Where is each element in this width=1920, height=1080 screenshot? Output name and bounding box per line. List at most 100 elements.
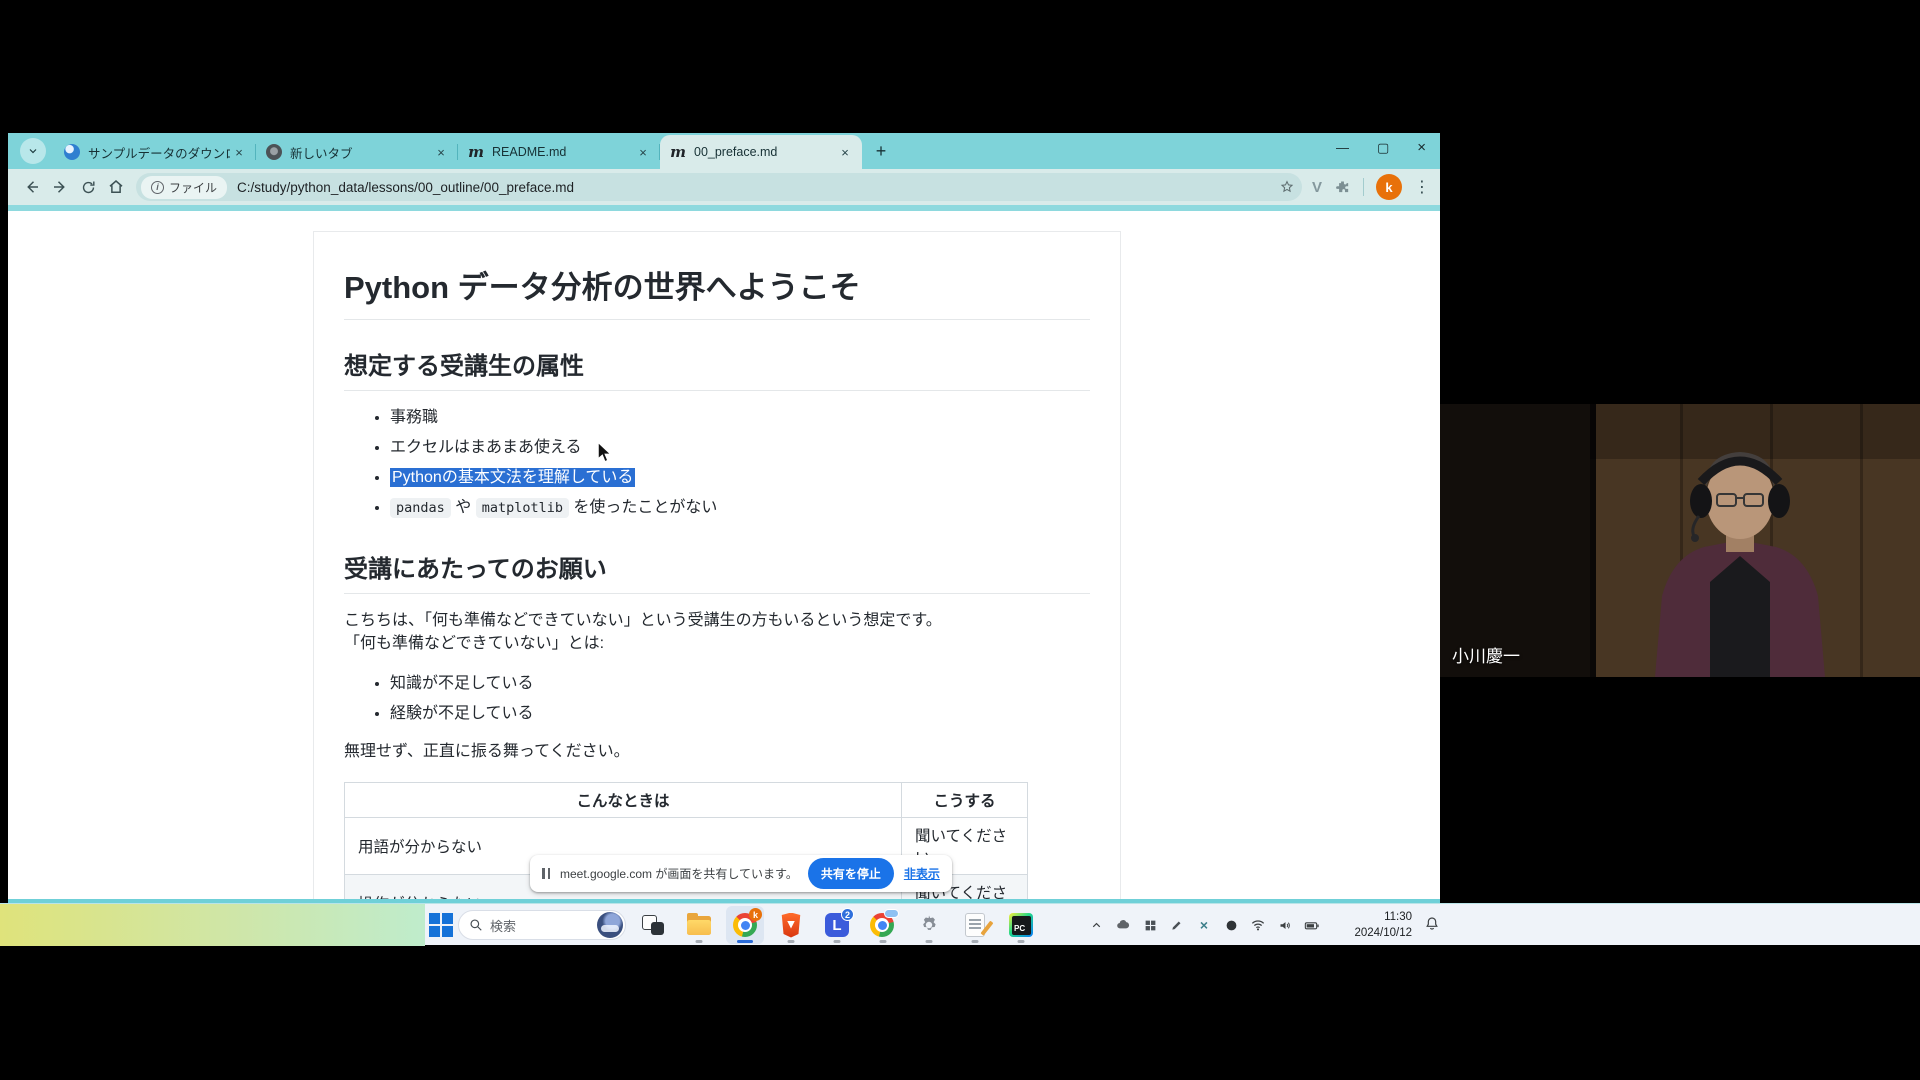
meet-sharing-banner: meet.google.com が画面を共有しています。 共有を停止 非表示 [530, 855, 952, 892]
running-indicator [834, 940, 841, 943]
list-item: 事務職 [390, 403, 1090, 427]
chip-label: ファイル [169, 179, 217, 196]
selected-text: Pythonの基本文法を理解している [390, 468, 635, 487]
browser-window: サンプルデータのダウンロードからPych×新しいタブ×mREADME.md× m0… [8, 133, 1440, 903]
menu-dots-icon[interactable]: ⋮ [1414, 177, 1430, 197]
clock-time: 11:30 [1346, 909, 1412, 925]
tab-search-button[interactable] [20, 138, 46, 164]
tray-chevron-up-icon[interactable] [1088, 917, 1104, 933]
taskbar-clock[interactable]: 11:30 2024/10/12 [1346, 909, 1412, 941]
tray-pen-icon[interactable] [1169, 917, 1185, 933]
taskbar-app-line[interactable]: L2 [818, 906, 856, 944]
tab-4[interactable]: m 00_preface.md× [660, 135, 862, 169]
page-title: Python データ分析の世界へようこそ [344, 262, 1090, 320]
tab-close-icon[interactable]: × [230, 143, 248, 161]
search-icon [469, 918, 483, 932]
url-text[interactable]: C:/study/python_data/lessons/00_outline/… [237, 180, 1276, 195]
markdown-favicon: m [670, 144, 686, 160]
pycharm-icon: PC [1009, 913, 1033, 937]
taskbar-apps: k L2 PC [634, 904, 1040, 946]
webcam-video: 小川慶一 [1440, 404, 1920, 677]
back-button[interactable] [18, 173, 46, 201]
site-favicon [64, 144, 80, 160]
url-scheme-chip[interactable]: i ファイル [141, 176, 227, 199]
notepad-icon [965, 913, 985, 937]
sharing-message: meet.google.com が画面を共有しています。 [560, 865, 798, 882]
tray-wifi-icon[interactable] [1250, 917, 1266, 933]
reload-button[interactable] [74, 173, 102, 201]
notification-bell[interactable] [1424, 916, 1440, 937]
window-controls: — ▢ × [1336, 139, 1426, 156]
taskbar-app-notepad[interactable] [956, 906, 994, 944]
taskbar-app-brave[interactable] [772, 906, 810, 944]
running-indicator [880, 940, 887, 943]
tab-strip: サンプルデータのダウンロードからPych×新しいタブ×mREADME.md× m0… [8, 133, 1440, 169]
chevron-down-icon [27, 145, 39, 157]
taskbar-app-chrome-alt[interactable] [864, 906, 902, 944]
tab-2[interactable]: 新しいタブ× [256, 135, 458, 169]
search-placeholder: 検索 [490, 916, 597, 935]
tab-close-icon[interactable]: × [432, 143, 450, 161]
close-button[interactable]: × [1417, 139, 1426, 156]
app-badge: 2 [841, 908, 854, 921]
tab-title: 00_preface.md [694, 145, 836, 159]
address-bar[interactable]: i ファイル C:/study/python_data/lessons/00_o… [136, 173, 1302, 201]
taskbar-app-explorer[interactable] [680, 906, 718, 944]
browser-toolbar: i ファイル C:/study/python_data/lessons/00_o… [8, 169, 1440, 205]
markdown-document: Python データ分析の世界へようこそ 想定する受講生の属性 事務職エクセルは… [313, 231, 1121, 899]
section1-heading: 想定する受講生の属性 [344, 346, 1090, 391]
tray-close-icon[interactable]: × [1196, 917, 1212, 933]
running-indicator [696, 940, 703, 943]
maximize-button[interactable]: ▢ [1377, 140, 1389, 156]
app-badge: k [749, 908, 762, 921]
section2-heading: 受講にあたってのお願い [344, 549, 1090, 594]
running-indicator [788, 940, 795, 943]
tray-sphere-icon[interactable] [1223, 917, 1239, 933]
table-header: こんなときは [345, 783, 902, 818]
taskbar-app-pycharm[interactable]: PC [1002, 906, 1040, 944]
v-extension-icon[interactable]: V [1312, 179, 1322, 196]
taskbar: 検索 k L2 PC × 11:30 2024/10/12 [0, 903, 1920, 945]
list-item: 知識が不足している [390, 669, 1090, 693]
inline-code: matplotlib [476, 498, 569, 518]
cloud-overlay-icon [884, 909, 899, 918]
forward-button[interactable] [46, 173, 74, 201]
widgets-strip[interactable] [0, 904, 425, 946]
tab-1[interactable]: サンプルデータのダウンロードからPych× [54, 135, 256, 169]
paragraph-line: 「何も準備などできていない」とは: [344, 635, 604, 652]
taskbar-app-chrome[interactable]: k [726, 906, 764, 944]
hide-banner-link[interactable]: 非表示 [904, 865, 940, 882]
toolbar-right: V k ⋮ [1312, 174, 1430, 200]
tray-battery-icon[interactable] [1304, 917, 1320, 933]
info-icon: i [151, 181, 164, 194]
minimize-button[interactable]: — [1336, 140, 1349, 155]
running-indicator [737, 940, 753, 943]
reload-icon [80, 179, 97, 196]
tray-cloud-icon[interactable] [1115, 917, 1131, 933]
tray-volume-icon[interactable] [1277, 917, 1293, 933]
taskbar-app-settings[interactable] [910, 906, 948, 944]
list-item: Pythonの基本文法を理解している [390, 463, 1090, 487]
start-button[interactable] [428, 912, 454, 938]
participant-name: 小川慶一 [1452, 642, 1520, 667]
tab-close-icon[interactable]: × [634, 143, 652, 161]
brave-icon [780, 913, 802, 938]
profile-avatar[interactable]: k [1376, 174, 1402, 200]
new-tab-button[interactable]: + [868, 138, 894, 164]
taskbar-app-task-view[interactable] [634, 906, 672, 944]
taskbar-search[interactable]: 検索 [458, 910, 626, 940]
tab-3[interactable]: mREADME.md× [458, 135, 660, 169]
stop-sharing-button[interactable]: 共有を停止 [808, 858, 894, 889]
separator [1363, 178, 1364, 196]
file-explorer-icon [687, 916, 711, 935]
paragraph-line: こちちは、「何も準備などできていない」という受講生の方もいるという想定です。 [344, 612, 942, 629]
list-item: 経験が不足している [390, 699, 1090, 723]
search-highlight-image[interactable] [597, 912, 623, 938]
extensions-puzzle-icon[interactable] [1334, 179, 1351, 196]
bell-icon [1424, 916, 1440, 932]
tab-close-icon[interactable]: × [836, 143, 854, 161]
home-button[interactable] [102, 173, 130, 201]
bookmark-button[interactable] [1276, 173, 1298, 201]
tray-grid-icon[interactable] [1142, 917, 1158, 933]
inline-code: pandas [390, 498, 451, 518]
